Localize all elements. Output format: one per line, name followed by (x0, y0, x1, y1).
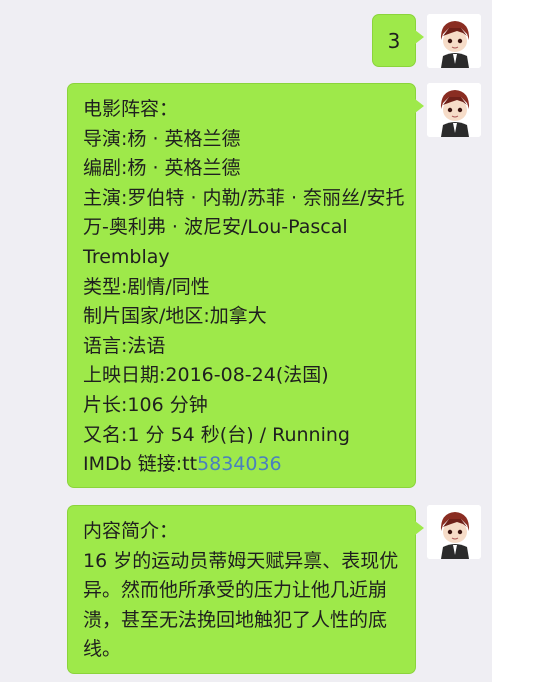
message-bubble[interactable]: 内容简介： 16 岁的运动员蒂姆天赋异禀、表现优异。然而他所承受的压力让他几近崩… (67, 505, 424, 674)
message-text: 3 (387, 29, 401, 53)
avatar-icon[interactable] (427, 83, 481, 137)
message-line: 导演:杨 · 英格兰德 (83, 127, 241, 150)
page-margin (492, 0, 546, 682)
imdb-prefix: IMDb 链接:tt (83, 453, 198, 476)
message-line: 片长:106 分钟 (83, 393, 208, 416)
imdb-line: IMDb 链接:tt5834036 (83, 450, 405, 480)
avatar-icon[interactable] (427, 14, 481, 68)
imdb-link[interactable]: 5834036 (197, 453, 282, 475)
message-heading: 内容简介： (83, 520, 179, 542)
message-line: 电影阵容： (83, 98, 179, 120)
message-line: 又名:1 分 54 秒(台) / Running (83, 423, 350, 446)
message-line: 主演:罗伯特 · 内勒/苏菲 · 奈丽丝/安托万-奥利弗 · 波尼安/Lou-P… (83, 186, 405, 268)
avatar-icon[interactable] (427, 505, 481, 559)
message-line: 语言:法语 (83, 334, 166, 357)
message-body: 16 岁的运动员蒂姆天赋异禀、表现优异。然而他所承受的压力让他几近崩溃，甚至无法… (83, 549, 399, 661)
message-bubble[interactable]: 电影阵容： 导演:杨 · 英格兰德 编剧:杨 · 英格兰德 主演:罗伯特 · 内… (67, 83, 424, 488)
message-line: 类型:剧情/同性 (83, 275, 210, 298)
message-line: 编剧:杨 · 英格兰德 (83, 157, 241, 180)
message-line: 制片国家/地区:加拿大 (83, 305, 267, 328)
message-line: 上映日期:2016-08-24(法国) (83, 364, 329, 387)
chat-area: 3 电影阵容： 导演:杨 · 英格兰德 编剧:杨 · 英格兰德 主演:罗伯特 ·… (0, 0, 492, 682)
message-bubble[interactable]: 3 (372, 14, 424, 67)
